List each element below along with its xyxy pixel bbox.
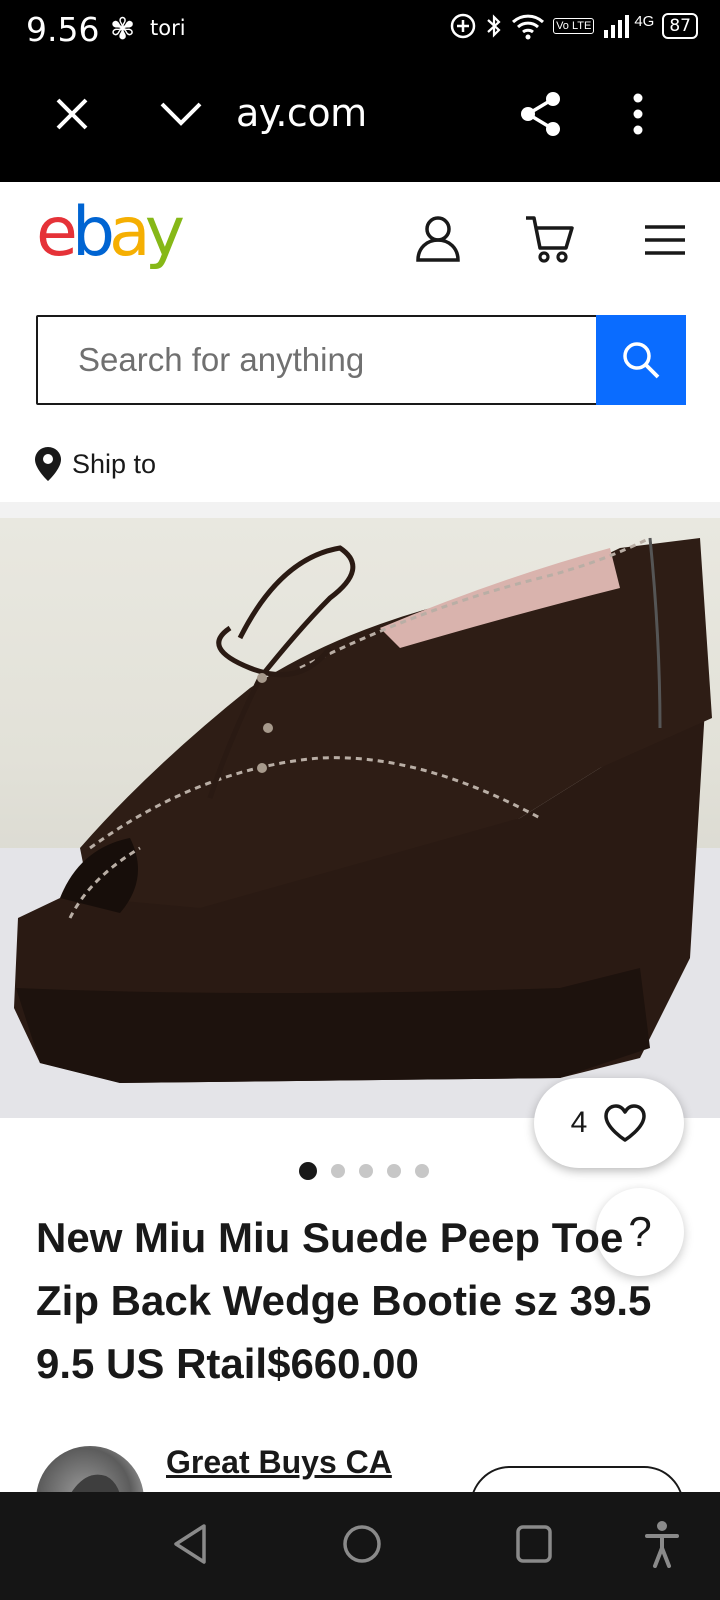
- ebay-logo[interactable]: ebay: [36, 193, 185, 272]
- url-text[interactable]: ay.com: [236, 91, 367, 135]
- pagination-dot[interactable]: [299, 1162, 317, 1180]
- account-icon[interactable]: [414, 214, 462, 264]
- pagination-dot[interactable]: [415, 1164, 429, 1178]
- system-icons: Vo LTE 4G 87: [449, 12, 698, 40]
- pagination-dot[interactable]: [359, 1164, 373, 1178]
- product-image[interactable]: [0, 518, 720, 1118]
- logo-letter-y: y: [144, 193, 185, 272]
- data-saver-icon: [450, 13, 476, 39]
- navigation-bar: [0, 1492, 720, 1600]
- watch-count: 4: [570, 1106, 588, 1139]
- browser-toolbar: ay.com: [0, 64, 720, 182]
- recents-icon[interactable]: [514, 1522, 554, 1566]
- logo-letter-e: e: [36, 193, 78, 272]
- search-button[interactable]: [596, 315, 686, 405]
- ship-to[interactable]: Ship to: [34, 446, 156, 482]
- search-bar: [36, 315, 686, 405]
- close-icon[interactable]: [52, 94, 92, 134]
- pagination-dot[interactable]: [387, 1164, 401, 1178]
- product-title: New Miu Miu Suede Peep Toe Zip Back Wedg…: [36, 1214, 652, 1387]
- more-options-icon[interactable]: [630, 92, 646, 136]
- pinwheel-icon: ✾: [110, 13, 136, 46]
- signal-icon: [604, 15, 630, 38]
- share-icon[interactable]: [518, 90, 564, 138]
- pagination-dot[interactable]: [331, 1164, 345, 1178]
- bootie-photo: [0, 536, 720, 1118]
- cart-icon[interactable]: [524, 214, 576, 264]
- home-icon[interactable]: [340, 1522, 384, 1566]
- bluetooth-icon: [487, 14, 501, 38]
- accessibility-icon[interactable]: [644, 1520, 680, 1568]
- status-bar: 9.56 ✾ tori Vo LTE 4G 87: [0, 0, 720, 64]
- chevron-down-icon[interactable]: [158, 98, 204, 130]
- section-divider: [0, 502, 720, 518]
- network-type: 4G: [634, 12, 655, 30]
- seller-name[interactable]: Great Buys CA: [166, 1444, 392, 1481]
- watch-button[interactable]: 4: [534, 1078, 684, 1168]
- wifi-icon: [512, 14, 545, 40]
- back-icon[interactable]: [170, 1522, 210, 1566]
- ship-to-label: Ship to: [72, 448, 157, 479]
- menu-icon[interactable]: [644, 224, 686, 256]
- logo-letter-b: b: [71, 193, 115, 272]
- search-input[interactable]: [38, 317, 598, 403]
- logo-letter-a: a: [109, 193, 151, 272]
- volte-badge: Vo LTE: [553, 18, 595, 34]
- notification-app-name: tori: [150, 16, 186, 40]
- battery-level: 87: [662, 13, 698, 39]
- heart-icon: [604, 1104, 647, 1142]
- image-pagination[interactable]: [0, 1162, 720, 1180]
- status-time: 9.56: [26, 10, 100, 49]
- location-pin-icon: [35, 447, 61, 481]
- search-icon: [623, 342, 660, 379]
